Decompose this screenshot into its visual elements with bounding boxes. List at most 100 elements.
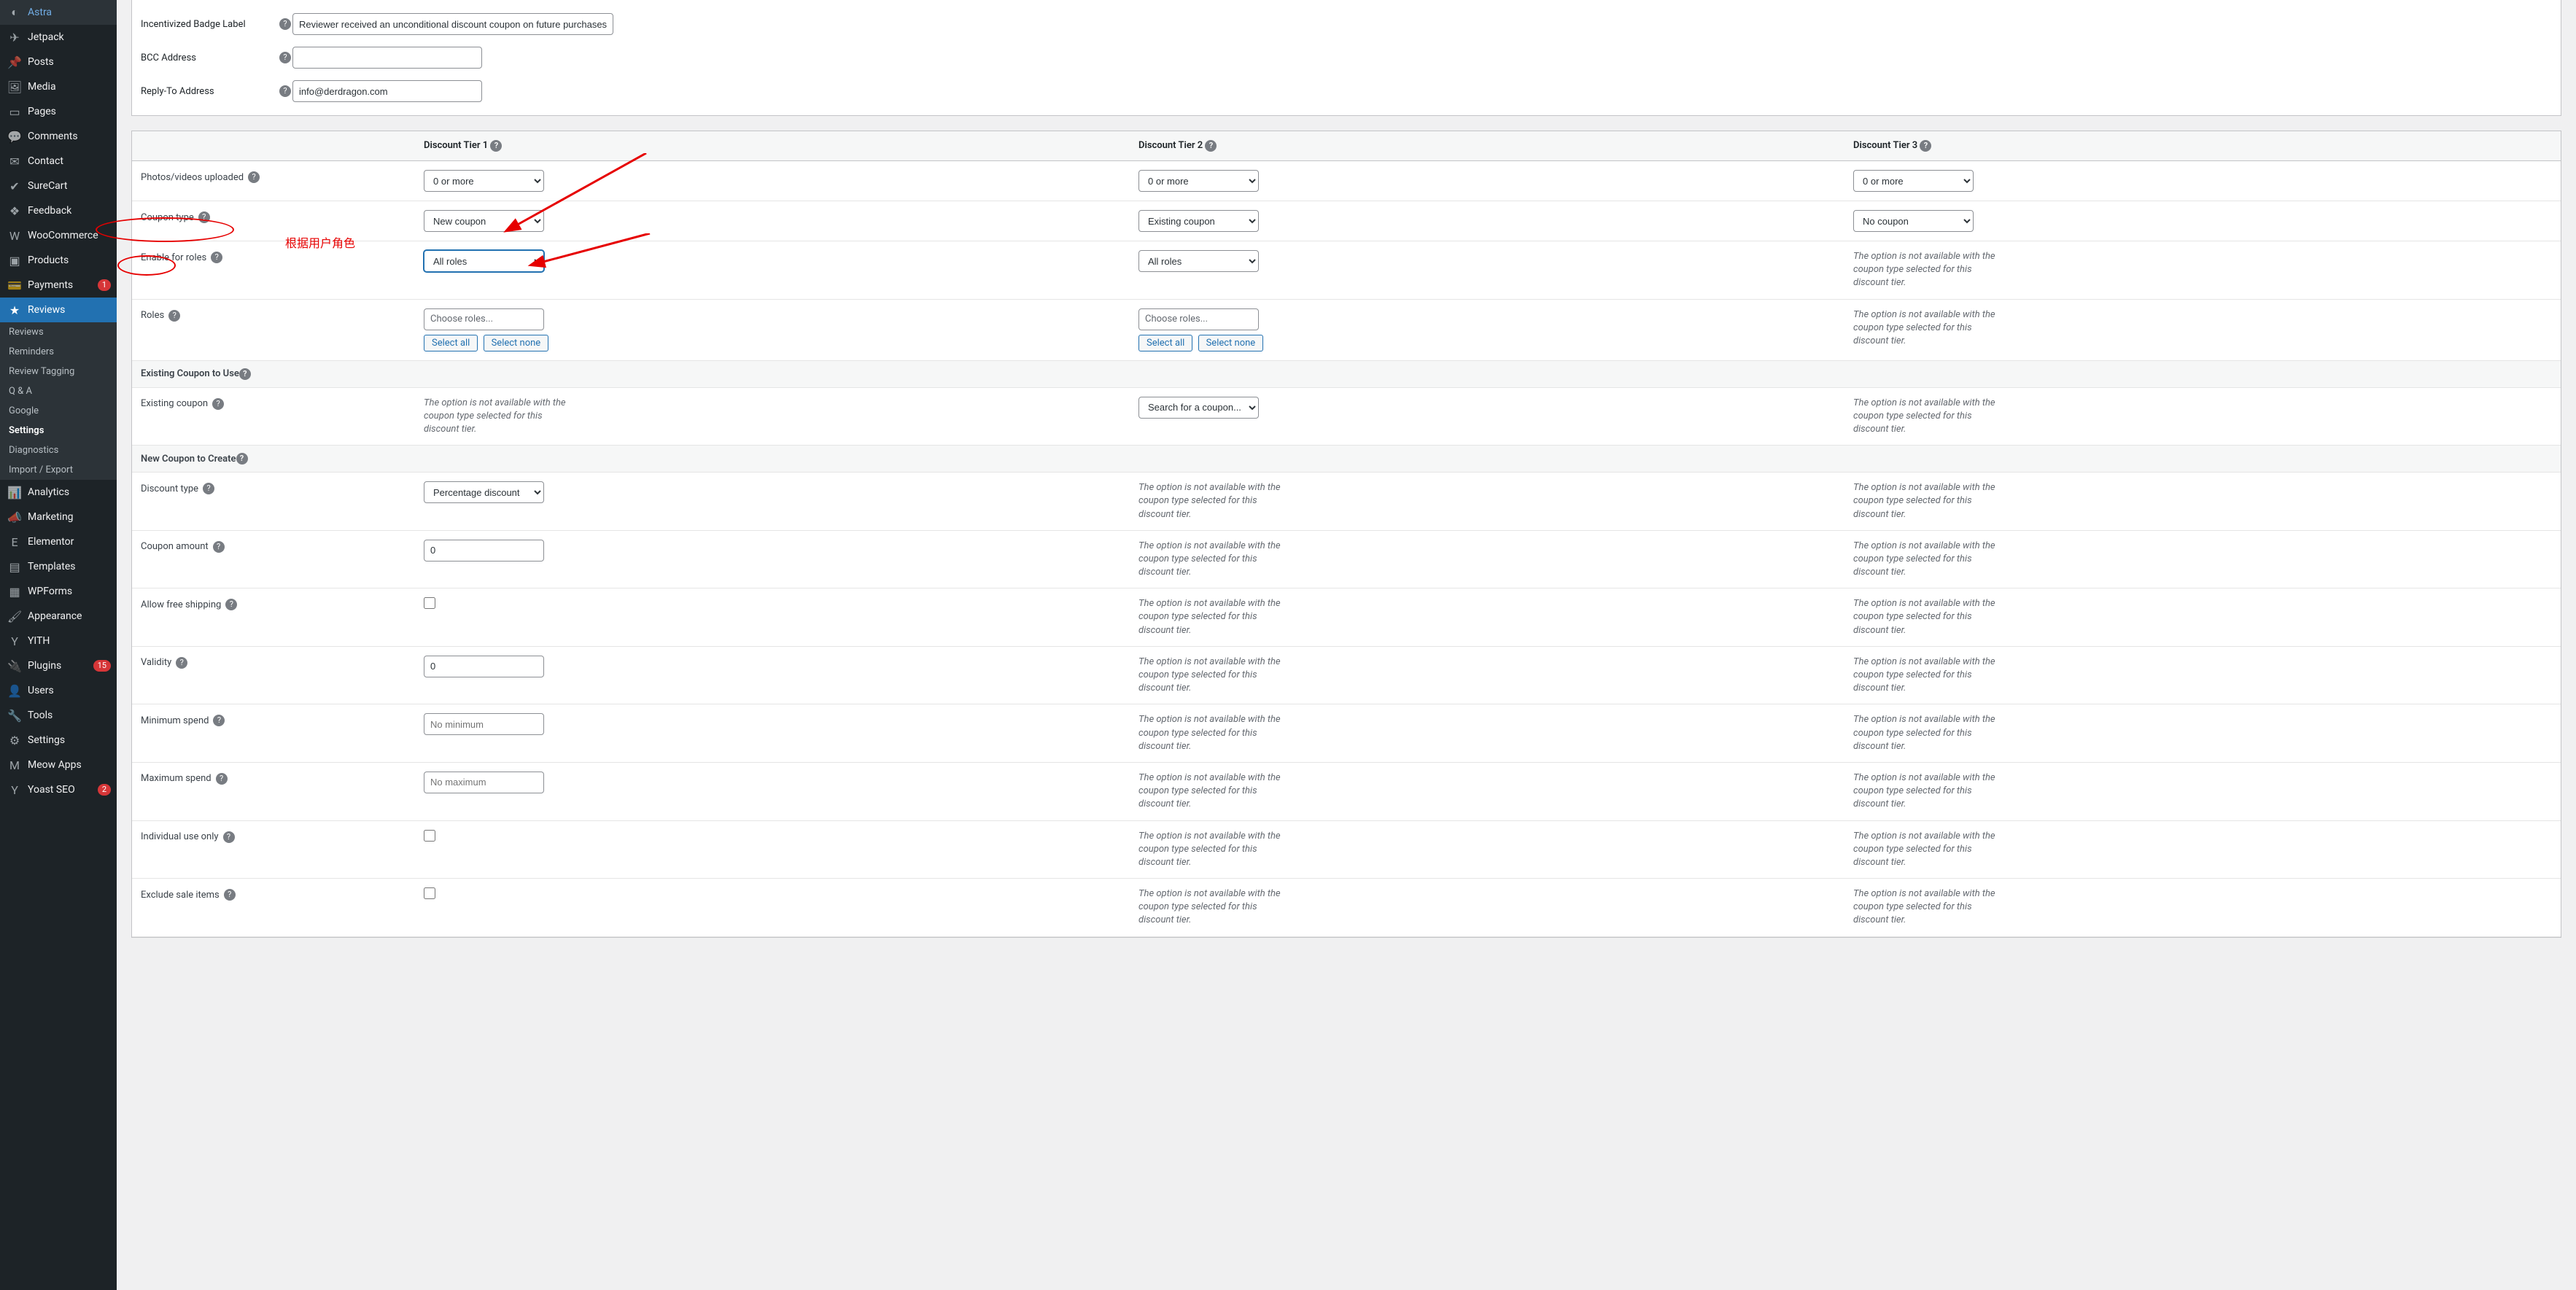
- min-t1-input[interactable]: [424, 713, 544, 735]
- sidebar-subitem-import--export[interactable]: Import / Export: [0, 460, 117, 480]
- na-text: The option is not available with the cou…: [1138, 540, 1284, 580]
- sidebar-subitem-settings[interactable]: Settings: [0, 421, 117, 440]
- sidebar-subitem-review-tagging[interactable]: Review Tagging: [0, 362, 117, 381]
- sidebar-subitem-google[interactable]: Google: [0, 401, 117, 421]
- sidebar-item-meow-apps[interactable]: MMeow Apps: [0, 753, 117, 777]
- photos-t2-select[interactable]: 0 or more: [1138, 170, 1259, 192]
- reply-input[interactable]: [292, 80, 482, 102]
- existing-t2-select[interactable]: Search for a coupon...: [1138, 397, 1259, 419]
- sidebar-icon: 💳: [7, 278, 22, 292]
- sidebar-item-templates[interactable]: ▤Templates: [0, 554, 117, 579]
- disctype-t1-select[interactable]: Percentage discount: [424, 481, 544, 503]
- sidebar-item-plugins[interactable]: 🔌Plugins15: [0, 653, 117, 678]
- sidebar-subitem-diagnostics[interactable]: Diagnostics: [0, 440, 117, 460]
- sidebar-item-yith[interactable]: YYITH: [0, 629, 117, 653]
- sidebar-item-surecart[interactable]: ✔SureCart: [0, 174, 117, 198]
- sidebar-item-yoast-seo[interactable]: YYoast SEO2: [0, 777, 117, 802]
- coupontype-t2-select[interactable]: Existing coupon: [1138, 210, 1259, 232]
- sidebar-icon: ▤: [7, 559, 22, 574]
- sidebar-item-astra[interactable]: ◐Astra: [0, 0, 117, 25]
- roles-t2-input[interactable]: Choose roles...: [1138, 308, 1259, 330]
- max-t1-input[interactable]: [424, 772, 544, 793]
- sidebar-item-wpforms[interactable]: ▦WPForms: [0, 579, 117, 604]
- help-icon[interactable]: ?: [1205, 140, 1217, 152]
- help-icon[interactable]: ?: [212, 398, 224, 410]
- sidebar-item-users[interactable]: 👤Users: [0, 678, 117, 703]
- sidebar-icon: ⚙: [7, 733, 22, 747]
- sidebar-subitem-reviews[interactable]: Reviews: [0, 322, 117, 342]
- sidebar-icon: 🖼: [7, 79, 22, 94]
- sidebar-subitem-q--a[interactable]: Q & A: [0, 381, 117, 401]
- excl-t1-checkbox[interactable]: [424, 887, 435, 899]
- badge-label-input[interactable]: [292, 13, 613, 35]
- help-icon[interactable]: ?: [213, 715, 225, 726]
- sidebar-item-media[interactable]: 🖼Media: [0, 74, 117, 99]
- selectall-t2-button[interactable]: Select all: [1138, 335, 1192, 351]
- help-icon[interactable]: ?: [248, 171, 260, 183]
- sidebar-icon: ◐: [7, 5, 22, 20]
- selectnone-t1-button[interactable]: Select none: [484, 335, 549, 351]
- sidebar-item-elementor[interactable]: EElementor: [0, 529, 117, 554]
- help-icon[interactable]: ?: [203, 483, 214, 494]
- coupontype-t3-select[interactable]: No coupon: [1853, 210, 1974, 232]
- bcc-input[interactable]: [292, 47, 482, 69]
- sidebar-item-pages[interactable]: ▭Pages: [0, 99, 117, 124]
- sidebar-item-settings[interactable]: ⚙Settings: [0, 728, 117, 753]
- sidebar-item-comments[interactable]: 💬Comments: [0, 124, 117, 149]
- indiv-t1-checkbox[interactable]: [424, 830, 435, 842]
- help-icon[interactable]: ?: [279, 52, 291, 63]
- selectnone-t2-button[interactable]: Select none: [1198, 335, 1264, 351]
- sidebar-item-marketing[interactable]: 📣Marketing: [0, 505, 117, 529]
- sidebar-item-label: Reviews: [28, 304, 111, 316]
- roles-t1-input[interactable]: Choose roles...: [424, 308, 544, 330]
- help-icon[interactable]: ?: [279, 18, 291, 30]
- help-icon[interactable]: ?: [216, 773, 228, 785]
- freeship-t1-checkbox[interactable]: [424, 597, 435, 609]
- help-icon[interactable]: ?: [490, 140, 502, 152]
- sidebar-icon: 💬: [7, 129, 22, 144]
- help-icon[interactable]: ?: [213, 541, 225, 553]
- sidebar-icon: 📌: [7, 55, 22, 69]
- na-text: The option is not available with the cou…: [1853, 772, 1999, 812]
- help-icon[interactable]: ?: [168, 310, 180, 322]
- help-icon[interactable]: ?: [211, 252, 222, 263]
- selectall-t1-button[interactable]: Select all: [424, 335, 478, 351]
- bcc-lbl: BCC Address: [141, 53, 196, 63]
- sidebar-item-label: Pages: [28, 106, 111, 117]
- sidebar-item-woocommerce[interactable]: WWooCommerce: [0, 223, 117, 248]
- photos-lbl: Photos/videos uploaded: [141, 172, 244, 183]
- sidebar-item-feedback[interactable]: ❖Feedback: [0, 198, 117, 223]
- help-icon[interactable]: ?: [176, 657, 187, 669]
- sidebar-item-payments[interactable]: 💳Payments1: [0, 273, 117, 298]
- photos-t3-select[interactable]: 0 or more: [1853, 170, 1974, 192]
- help-icon[interactable]: ?: [198, 211, 210, 223]
- sidebar-item-contact[interactable]: ✉Contact: [0, 149, 117, 174]
- tier2-header: Discount Tier 2: [1138, 140, 1203, 151]
- sidebar-item-label: Elementor: [28, 536, 111, 548]
- sidebar-item-label: Feedback: [28, 205, 111, 217]
- sidebar-subitem-reminders[interactable]: Reminders: [0, 342, 117, 362]
- sidebar-item-label: Posts: [28, 56, 111, 68]
- sidebar-item-posts[interactable]: 📌 Posts: [0, 50, 117, 74]
- help-icon[interactable]: ?: [279, 85, 291, 97]
- sidebar-item-label: Contact: [28, 155, 111, 167]
- sidebar-item-products[interactable]: ▣Products: [0, 248, 117, 273]
- help-icon[interactable]: ?: [236, 453, 248, 465]
- help-icon[interactable]: ?: [1920, 140, 1931, 152]
- sidebar-item-tools[interactable]: 🔧Tools: [0, 703, 117, 728]
- help-icon[interactable]: ?: [239, 368, 251, 380]
- help-icon[interactable]: ?: [225, 599, 237, 610]
- sidebar-item-label: Plugins: [28, 660, 90, 672]
- help-icon[interactable]: ?: [223, 831, 235, 843]
- na-text: The option is not available with the cou…: [1853, 656, 1999, 696]
- validity-t1-input[interactable]: [424, 656, 544, 677]
- sidebar-item-reviews[interactable]: ★Reviews: [0, 298, 117, 322]
- top-form: Incentivized Badge Label ? BCC Address ?…: [131, 0, 2561, 116]
- sidebar-item-jetpack[interactable]: ✈Jetpack: [0, 25, 117, 50]
- sidebar-item-appearance[interactable]: 🖌Appearance: [0, 604, 117, 629]
- sidebar-item-analytics[interactable]: 📊Analytics: [0, 480, 117, 505]
- help-icon[interactable]: ?: [224, 889, 236, 901]
- na-text: The option is not available with the cou…: [1853, 540, 1999, 580]
- enableroles-t2-select[interactable]: All roles: [1138, 250, 1259, 272]
- amount-t1-input[interactable]: [424, 540, 544, 562]
